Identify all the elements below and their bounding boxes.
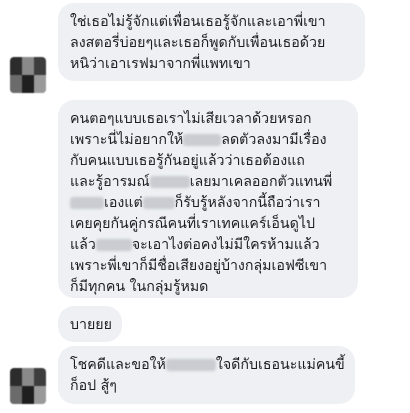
message-text: โชคดีและขอให้ ใจดีกับเธอนะแม่คนขี้ bbox=[70, 357, 345, 373]
redacted-name bbox=[165, 359, 216, 371]
message-text: แล้ว จะเอาไงต่อคงไม่มีใครห้ามแล้ว bbox=[70, 237, 320, 253]
message-text: และรู้อารมณ์ เลยมาเคลออกตัวแทนพี่ bbox=[70, 174, 333, 190]
message-text: ใช่เธอไม่รู้จักแต่เพื่อนเธอรู้จักและเอาพ… bbox=[70, 14, 326, 30]
message-bubble-4[interactable]: โชคดีและขอให้ ใจดีกับเธอนะแม่คนขี้ ก็อป ส… bbox=[58, 346, 355, 404]
message-text: ลงสตอรี่บ่อยๆและเธอก็พูดกับเพื่อนเธอด้วย bbox=[70, 35, 326, 51]
redacted-name bbox=[95, 239, 132, 251]
redacted-name bbox=[142, 197, 175, 209]
message-text: กับคนแบบเธอรู้กันอยู่แล้วว่าเธอต้องแถ bbox=[70, 153, 305, 169]
message-bubble-2[interactable]: คนตอๆแบบเธอเราไม่เสียเวลาด้วยหรอก เพราะน… bbox=[58, 100, 358, 298]
redacted-name bbox=[183, 134, 222, 146]
redacted-name bbox=[70, 197, 104, 209]
message-text: เคยคุยกันคู่กรณีคนที่เราเทคแคร์เอ็นดูไป bbox=[70, 216, 315, 232]
message-text: เพราะนี่ไม่อยากให้ ลดตัวลงมามีเรื่อง bbox=[70, 132, 327, 148]
message-text: เพราะพี่เขาก็มีชื่อเสียงอยู่บ้างกลุ่มเอฟ… bbox=[70, 258, 328, 274]
message-text: ก็อป สู้ๆ bbox=[70, 378, 117, 394]
message-bubble-1[interactable]: ใช่เธอไม่รู้จักแต่เพื่อนเธอรู้จักและเอาพ… bbox=[58, 3, 365, 81]
sender-avatar[interactable] bbox=[10, 57, 46, 93]
sender-avatar[interactable] bbox=[10, 368, 46, 404]
redacted-name bbox=[149, 176, 190, 188]
message-text: หนิว่าเอาเรฟมาจากพี่แพทเขา bbox=[70, 56, 251, 72]
message-bubble-3[interactable]: บายยย bbox=[58, 306, 122, 342]
message-text: คนตอๆแบบเธอเราไม่เสียเวลาด้วยหรอก bbox=[70, 111, 312, 127]
message-text: เองแต่ ก็รับรู้หลังจากนี้ถือว่าเรา bbox=[70, 193, 346, 214]
message-text: ก็มีทุกคน ในกลุ่มรู้หมด bbox=[70, 279, 209, 295]
message-text: บายยย bbox=[70, 317, 112, 333]
